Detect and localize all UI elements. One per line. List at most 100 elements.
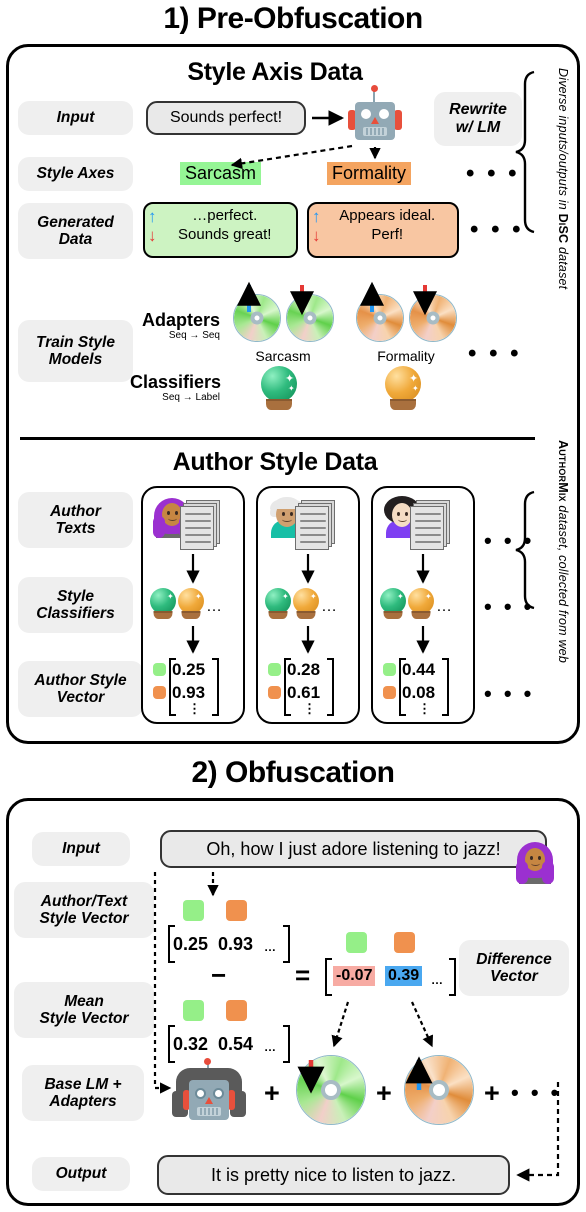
adapter-disc-sarcasm-up [233,294,281,342]
vector-vertical-dots: ⋮ [188,701,201,716]
difference-vector-value-second: 0.39 [385,966,423,986]
generated-down-text: Sounds great! [178,226,272,244]
author-style-vector-ellipsis: … [264,940,276,954]
adapter-disc-formality-up [356,294,404,342]
classifier-orb-sarcasm: ✦ ✦ [261,366,297,412]
section-1-title: 1) Pre-Obfuscation [163,2,423,35]
obfuscation-input-bubble: Oh, how I just adore listening to jazz! [160,830,547,868]
classifiers-label: Classifiers [130,372,222,392]
robot-icon [348,85,402,143]
down-arrow-icon: ↓ [312,226,321,246]
difference-vector-label: Difference Vector [459,940,569,996]
disc-annotation-prefix: Diverse inputs/outputs in [556,68,570,214]
disc-annotation-suffix: dataset [556,243,570,290]
generated-up-text: …perfect. [192,207,258,225]
author-style-vector-value: 0.93 [218,934,254,954]
vector-bracket-right [283,925,290,963]
style-chip-orange [153,686,166,699]
row-label-author-style-vector: Author Style Vector [18,661,143,717]
input-text-bubble: Sounds perfect! [146,101,306,135]
disc-dataset-annotation: Diverse inputs/outputs in DiSC dataset [556,68,570,388]
authormix-annotation-suffix: dataset, collected from web [556,501,570,663]
diff-bracket-right [449,958,456,996]
disc-annotation-bold: DiSC [556,213,570,244]
obfuscation-output-bubble: It is pretty nice to listen to jazz. [157,1155,510,1195]
row-label-generated-data: Generated Data [18,203,133,259]
style-chip-green [383,663,396,676]
row-label-author-text-style-vector: Author/Text Style Vector [14,882,154,938]
style-axes-ellipsis: • • • [466,160,520,187]
generated-data-ellipsis: • • • [470,216,524,243]
difference-vector-ellipsis: … [431,973,443,987]
row-label-mean-style-vector: Mean Style Vector [14,982,154,1038]
difference-vector-value-first: -0.07 [333,966,376,986]
adapter-disc-sarcasm-down [286,294,334,342]
vector-vertical-dots: ⋮ [418,701,431,716]
author-vector-value: 0.08 [402,683,436,702]
classifier-orb-formality: ✦ ✦ [385,366,421,412]
style-chip-orange [226,900,247,921]
style-chip-green [183,1000,204,1021]
adapters-sublabel: Seq → Seq [168,330,220,341]
author-classifier-orb-green: ✦ [380,588,406,622]
adapter-group-label-sarcasm: Sarcasm [255,348,311,364]
block-divider [20,437,535,440]
adapters-label: Adapters [141,310,220,330]
document-stack-icon [295,500,337,550]
section-2-title: 2) Obfuscation [191,756,395,789]
style-chip-green [268,663,281,676]
author-classifier-orb-orange: ✦ [178,588,204,622]
row-label-base-lm-adapters: Base LM + Adapters [22,1065,144,1121]
vector-bracket-right [212,658,219,716]
author-vector-value: 0.61 [287,683,321,702]
vector-vertical-dots: ⋮ [303,701,316,716]
style-chip-orange [226,1000,247,1021]
author-classifier-orb-green: ✦ [150,588,176,622]
author-style-vector-value: 0.25 [173,934,209,954]
robot-with-headphones-icon [168,1058,250,1128]
mean-style-vector-value: 0.32 [173,1034,209,1054]
row-label-style-axes: Style Axes [18,157,133,191]
figure-canvas: 1) Pre-Obfuscation Style Axis Data Input… [0,0,586,1212]
classifiers-sublabel: Seq → Label [162,392,220,403]
document-stack-icon [180,500,222,550]
up-arrow-icon: ↑ [148,207,157,226]
row-label-obf-output: Output [32,1157,130,1191]
plus-operator: + [484,1078,500,1108]
row-label-style-classifiers: Style Classifiers [18,577,133,633]
rewrite-with-lm-note: Rewrite w/ LM [434,92,522,146]
plus-operator: + [264,1078,280,1108]
up-arrow-icon: ↑ [312,207,321,226]
generated-data-box-formality: ↑ Appears ideal. ↓ Perf! [307,202,459,258]
row-label-input: Input [18,101,133,135]
style-axis-chip-sarcasm: Sarcasm [180,162,262,185]
adapters-trailing-ellipsis: • • • [511,1080,562,1105]
style-axis-data-title: Style Axis Data [187,58,363,86]
author-classifiers-ellipsis: • • • [484,594,535,619]
style-chip-orange [394,932,415,953]
author-classifier-orb-orange: ✦ [408,588,434,622]
woman-with-headscarf-avatar [515,838,555,884]
author-vector-value: 0.28 [287,660,321,679]
author-vector-value: 0.25 [172,660,206,679]
diff-bracket-left [325,958,332,996]
row-label-obf-input: Input [32,832,130,866]
author-classifier-ellipsis: … [321,598,337,615]
author-classifier-ellipsis: … [436,598,452,615]
style-axis-chip-formality: Formality [327,162,412,185]
generated-down-text: Perf! [371,226,404,244]
authormix-dataset-annotation: AuthorMix dataset, collected from web [556,440,570,740]
author-classifier-orb-orange: ✦ [293,588,319,622]
mean-style-vector-value: 0.54 [218,1034,254,1054]
authormix-annotation-bold: AuthorMix [556,440,570,502]
down-arrow-icon: ↓ [148,226,157,246]
document-stack-icon [410,500,452,550]
mean-style-vector-ellipsis: … [264,1040,276,1054]
row-label-train-style-models: Train Style Models [18,320,133,382]
style-chip-green [346,932,367,953]
author-vectors-ellipsis: • • • [484,681,535,706]
train-models-ellipsis: • • • [468,340,522,367]
author-classifier-ellipsis: … [206,598,222,615]
row-label-author-texts: Author Texts [18,492,133,548]
style-chip-green [183,900,204,921]
